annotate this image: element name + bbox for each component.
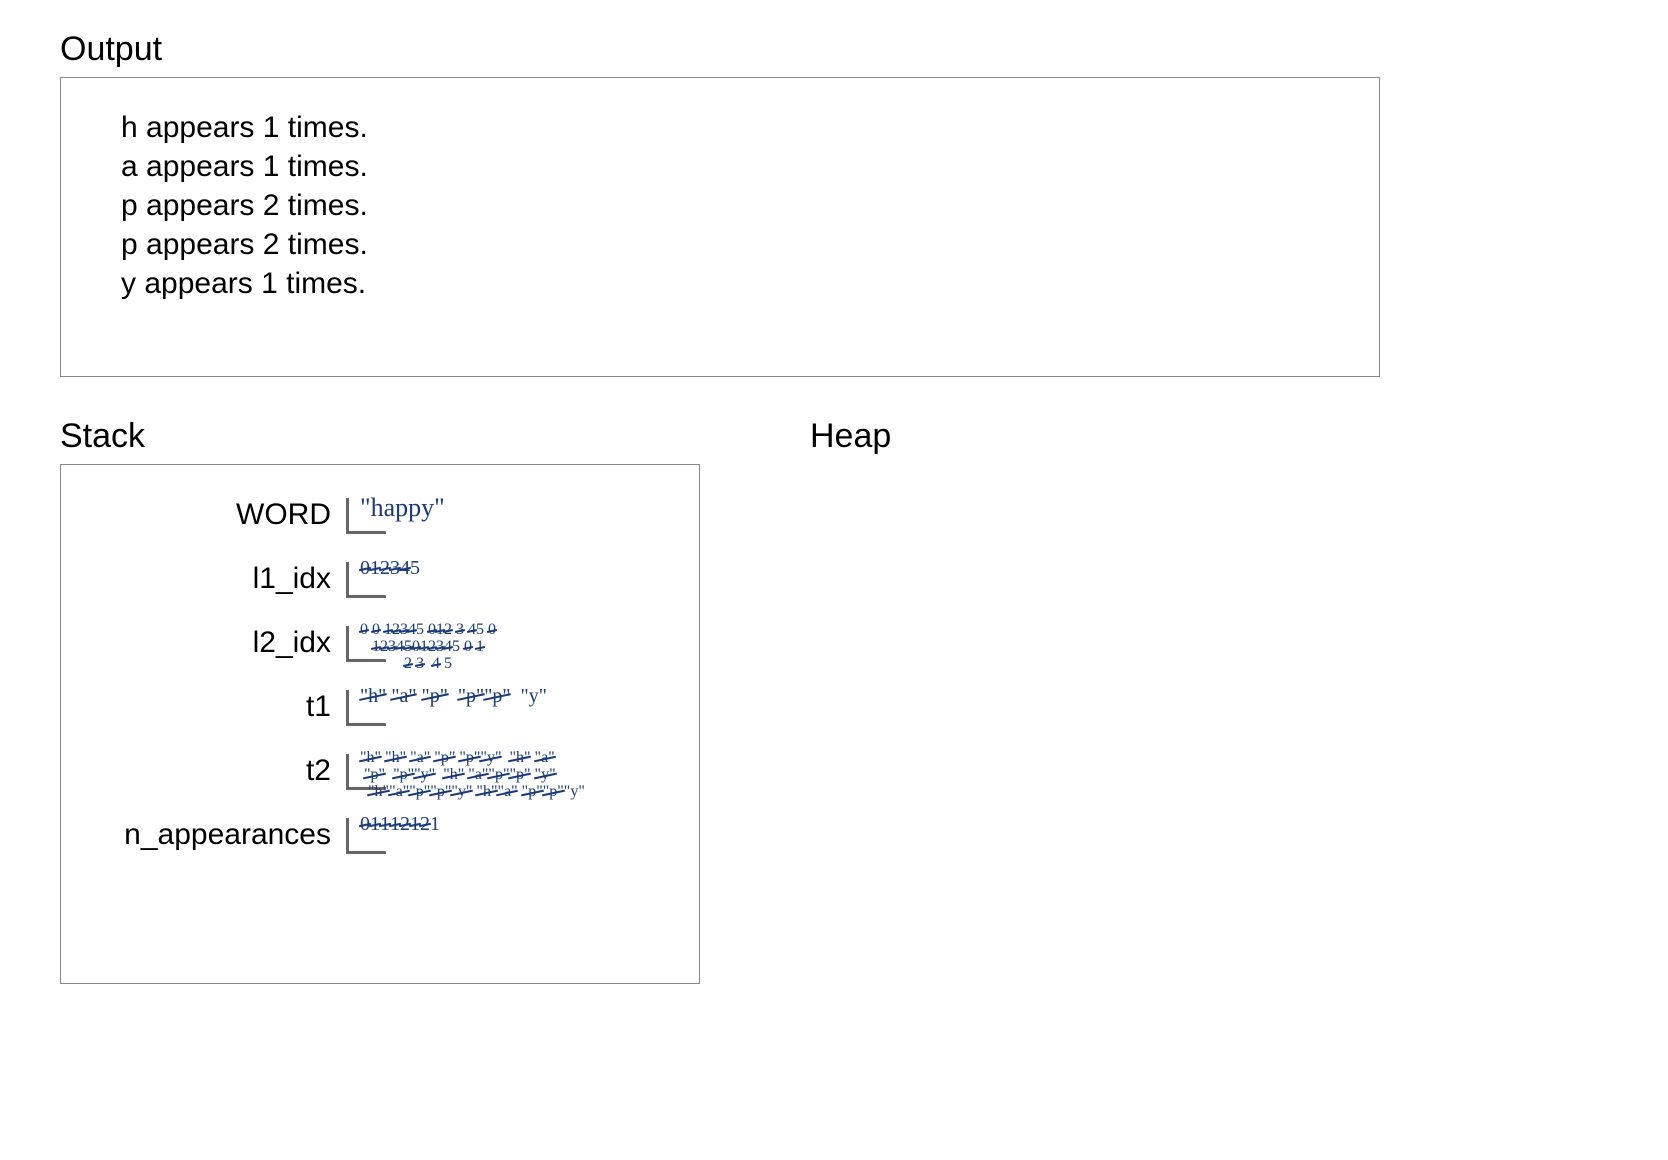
stack-var-label: n_appearances: [81, 810, 346, 852]
stack-var-value: 0 0 12345 012 3 45 0 12345012345 0 1 2 3…: [346, 618, 666, 672]
stack-var-label: WORD: [81, 490, 346, 532]
heap-title: Heap: [810, 417, 1210, 456]
stack-row: l1_idx012345: [81, 554, 679, 612]
stack-row: t2"h" "h" "a" "p" "p""y" "h" "a" "p" "p"…: [81, 746, 679, 804]
output-line: h appears 1 times.: [121, 108, 1319, 147]
stack-box: WORD"happy" l1_idx012345 l2_idx0 0 12345 0…: [60, 464, 700, 984]
stack-var-label: t1: [81, 682, 346, 724]
stack-var-label: l1_idx: [81, 554, 346, 596]
stack-var-label: t2: [81, 746, 346, 788]
output-line: p appears 2 times.: [121, 225, 1319, 264]
stack-var-value: 01112121: [346, 810, 666, 835]
stack-row: n_appearances01112121: [81, 810, 679, 868]
stack-var-value: 012345: [346, 554, 666, 579]
stack-row: l2_idx0 0 12345 012 3 45 0 12345012345 0…: [81, 618, 679, 676]
stack-row: t1"h" "a" "p" "p""p" "y": [81, 682, 679, 740]
output-line: a appears 1 times.: [121, 147, 1319, 186]
stack-var-value: "h" "a" "p" "p""p" "y": [346, 682, 666, 707]
output-box: h appears 1 times.a appears 1 times.p ap…: [60, 77, 1380, 377]
stack-var-value: "happy": [346, 490, 666, 521]
stack-var-value: "h" "h" "a" "p" "p""y" "h" "a" "p" "p""y…: [346, 746, 666, 800]
output-line: y appears 1 times.: [121, 264, 1319, 303]
output-title: Output: [60, 30, 1608, 69]
output-line: p appears 2 times.: [121, 186, 1319, 225]
slot-bracket: [346, 498, 386, 534]
stack-title: Stack: [60, 417, 700, 456]
stack-var-label: l2_idx: [81, 618, 346, 660]
stack-row: WORD"happy": [81, 490, 679, 548]
